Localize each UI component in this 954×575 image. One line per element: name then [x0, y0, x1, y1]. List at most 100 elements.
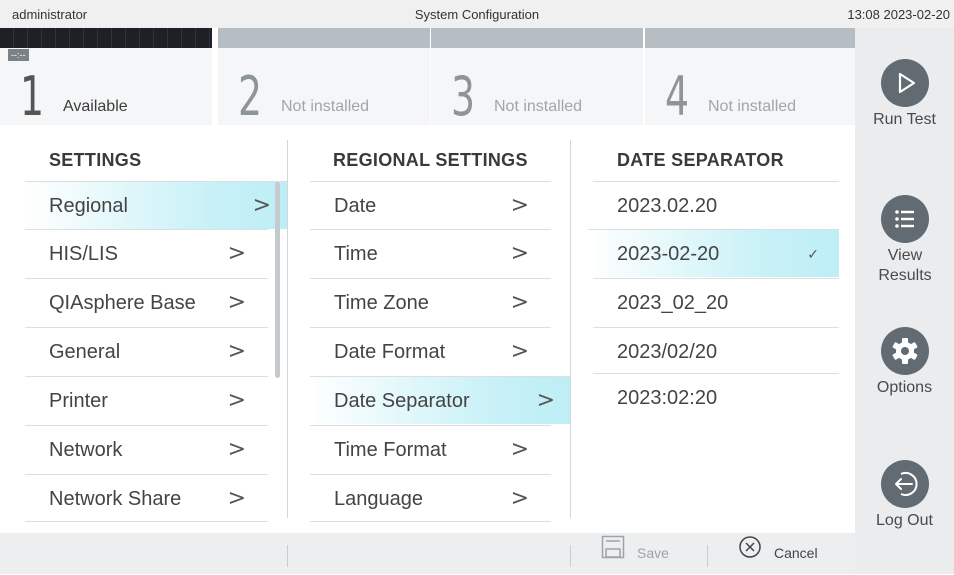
separator-option-label: 2023/02/20	[617, 341, 718, 363]
settings-header: SETTINGS	[49, 150, 142, 170]
column-divider	[570, 140, 571, 518]
regional-item-language[interactable]: Language >	[310, 474, 551, 522]
chevron-right-icon: >	[227, 290, 246, 315]
regional-item-date-format[interactable]: Date Format >	[310, 327, 551, 375]
settings-item-label: Regional	[49, 195, 128, 217]
separator-option-label: 2023_02_20	[617, 292, 729, 314]
cancel-button[interactable]: Cancel	[738, 533, 818, 574]
module-tile-2[interactable]: 2 Not installed	[218, 28, 430, 125]
settings-item-qiasphere-base[interactable]: QIAsphere Base >	[25, 278, 268, 326]
module-tile-3[interactable]: 3 Not installed	[431, 28, 643, 125]
list-icon	[880, 195, 929, 243]
log-out-label: Log Out	[876, 512, 933, 529]
chevron-right-icon: >	[510, 339, 529, 364]
settings-item-label: Printer	[49, 390, 108, 412]
side-navigation: Run Test View Results Options Log Out	[855, 28, 954, 574]
module-progress-bar	[431, 28, 643, 48]
module-number: 1	[20, 65, 45, 128]
separator-option-selected[interactable]: 2023-02-20 ✓	[588, 229, 839, 277]
module-tile-1[interactable]: --:-- 1 Available	[0, 28, 212, 125]
column-divider	[287, 140, 288, 518]
module-status: Not installed	[708, 98, 797, 115]
module-progress-bar	[0, 28, 212, 48]
regional-item-label: Time Zone	[334, 292, 429, 314]
chevron-right-icon: >	[510, 193, 529, 218]
settings-item-regional[interactable]: Regional >	[25, 181, 287, 229]
separator-option[interactable]: 2023:02:20	[593, 373, 839, 421]
footer-divider	[570, 545, 571, 567]
settings-item-network-share[interactable]: Network Share >	[25, 474, 268, 522]
regional-settings-header: REGIONAL SETTINGS	[333, 150, 528, 170]
save-icon	[601, 534, 625, 575]
settings-scrollbar[interactable]	[275, 182, 280, 378]
regional-item-label: Time	[334, 243, 378, 265]
regional-item-date[interactable]: Date >	[310, 181, 551, 229]
footer-bar: Save Cancel	[0, 533, 855, 574]
separator-option[interactable]: 2023/02/20	[593, 327, 839, 375]
regional-item-time[interactable]: Time >	[310, 229, 551, 277]
separator-option-label: 2023:02:20	[617, 387, 718, 409]
run-test-label: Run Test	[873, 111, 936, 128]
close-icon	[738, 534, 762, 575]
status-bar: administrator System Configuration 13:08…	[0, 0, 954, 28]
settings-item-network[interactable]: Network >	[25, 425, 268, 473]
logout-icon	[880, 460, 929, 508]
gear-icon	[880, 327, 929, 375]
options-button[interactable]: Options	[855, 327, 954, 398]
chevron-right-icon: >	[227, 241, 246, 266]
regional-item-time-zone[interactable]: Time Zone >	[310, 278, 551, 326]
separator-option[interactable]: 2023.02.20	[593, 181, 839, 229]
module-status: Not installed	[281, 98, 370, 115]
chevron-right-icon: >	[510, 437, 529, 462]
module-number: 3	[451, 65, 476, 128]
date-separator-header: DATE SEPARATOR	[617, 150, 784, 170]
checkmark-icon: ✓	[807, 246, 819, 262]
footer-divider	[707, 545, 708, 567]
regional-item-time-format[interactable]: Time Format >	[310, 425, 551, 473]
cancel-label: Cancel	[774, 545, 818, 561]
chevron-right-icon: >	[252, 193, 271, 218]
module-number: 2	[238, 65, 263, 128]
view-results-button[interactable]: View Results	[855, 195, 954, 286]
options-label: Options	[876, 379, 933, 396]
module-tiles: --:-- 1 Available 2 Not installed 3 Not …	[0, 28, 855, 125]
settings-item-general[interactable]: General >	[25, 327, 268, 375]
settings-panel: SETTINGS Regional > HIS/LIS > QIAsphere Ba…	[0, 125, 855, 533]
clock: 13:08 2023-02-20	[847, 7, 950, 22]
settings-item-label: General	[49, 341, 121, 363]
regional-item-label: Date Format	[334, 341, 446, 363]
settings-item-label: QIAsphere Base	[49, 292, 196, 314]
settings-item-label: Network	[49, 439, 123, 461]
settings-item-label: HIS/LIS	[49, 243, 118, 265]
chevron-right-icon: >	[227, 339, 246, 364]
run-test-button[interactable]: Run Test	[855, 59, 954, 130]
module-status: Available	[63, 98, 128, 115]
save-label: Save	[637, 545, 669, 561]
regional-item-label: Date Separator	[334, 390, 470, 412]
regional-item-label: Date	[334, 195, 377, 217]
chevron-right-icon: >	[536, 388, 555, 413]
play-icon	[880, 59, 929, 107]
regional-item-date-separator[interactable]: Date Separator >	[310, 376, 571, 424]
regional-item-label: Time Format	[334, 439, 447, 461]
save-button[interactable]: Save	[601, 533, 669, 574]
footer-divider	[287, 545, 288, 567]
module-number: 4	[665, 65, 690, 128]
settings-item-printer[interactable]: Printer >	[25, 376, 268, 424]
settings-item-label: Network Share	[49, 488, 182, 510]
log-out-button[interactable]: Log Out	[855, 460, 954, 531]
separator-option-label: 2023.02.20	[617, 195, 718, 217]
module-timer: --:--	[8, 49, 29, 61]
chevron-right-icon: >	[227, 388, 246, 413]
module-progress-bar	[218, 28, 430, 48]
page-title: System Configuration	[414, 7, 540, 22]
settings-item-his-lis[interactable]: HIS/LIS >	[25, 229, 268, 277]
separator-option[interactable]: 2023_02_20	[593, 278, 839, 326]
chevron-right-icon: >	[227, 486, 246, 511]
chevron-right-icon: >	[227, 437, 246, 462]
module-progress-bar	[645, 28, 855, 48]
module-status: Not installed	[494, 98, 583, 115]
chevron-right-icon: >	[510, 486, 529, 511]
chevron-right-icon: >	[510, 241, 529, 266]
module-tile-4[interactable]: 4 Not installed	[645, 28, 855, 125]
